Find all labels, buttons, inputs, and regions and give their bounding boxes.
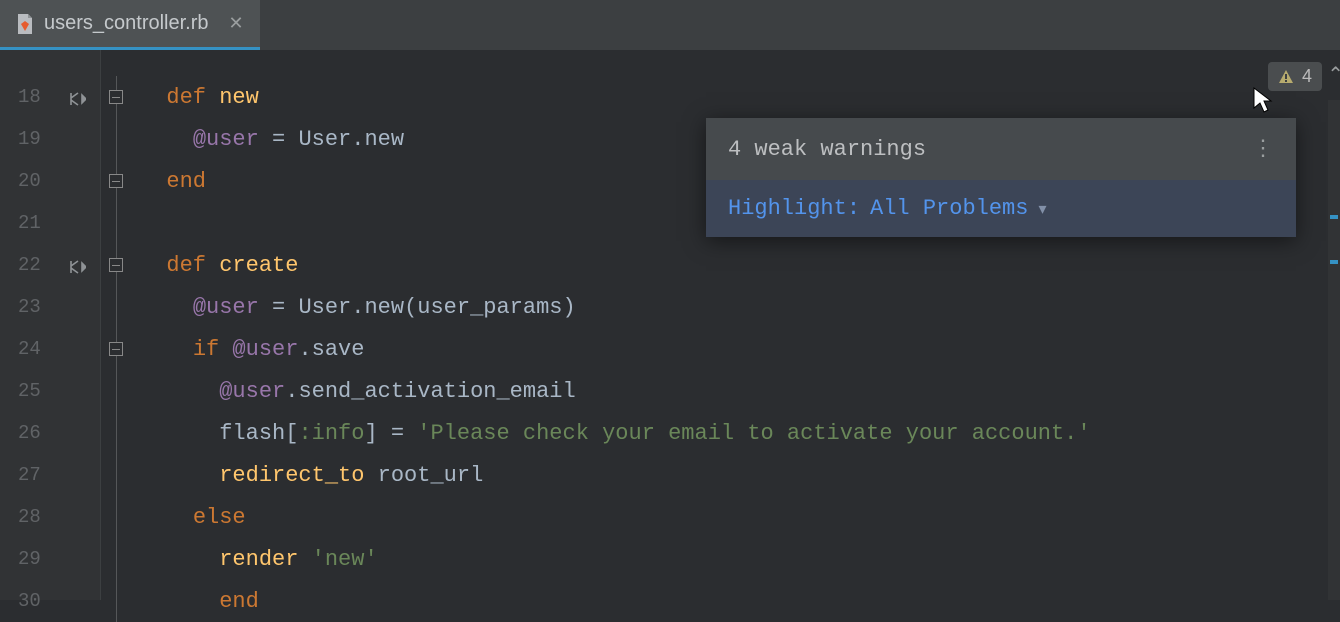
error-stripe [1328,100,1340,600]
code-line: end [130,580,1340,622]
inspections-popup: 4 weak warnings ⋮ Highlight: All Problem… [706,118,1296,237]
gutter-line-19[interactable]: 19 [0,118,100,160]
code-line: flash[:info] = 'Please check your email … [130,412,1340,454]
code-line: else [130,496,1340,538]
gutter-line-28[interactable]: 28 [0,496,100,538]
chevron-down-icon: ▾ [1038,199,1046,219]
gutter-line-30[interactable]: 30 [0,580,100,622]
code-line: def new [130,76,1340,118]
gutter-line-27[interactable]: 27 [0,454,100,496]
warning-icon [1278,69,1294,85]
popup-header: 4 weak warnings ⋮ [706,118,1296,180]
stripe-mark-info[interactable] [1330,260,1338,264]
fold-marker[interactable] [109,90,123,104]
gutter-line-21[interactable]: 21 [0,202,100,244]
highlight-row[interactable]: Highlight: All Problems ▾ [706,180,1296,237]
popup-title: 4 weak warnings [728,137,926,162]
code-line: @user = User.new(user_params) [130,286,1340,328]
code-line: render 'new' [130,538,1340,580]
ruby-file-icon [16,14,34,34]
code-line: def create [130,244,1340,286]
code-line: @user.send_activation_email [130,370,1340,412]
gutter-line-29[interactable]: 29 [0,538,100,580]
code-line: if @user.save [130,328,1340,370]
fold-marker[interactable] [109,174,123,188]
fold-marker[interactable] [109,342,123,356]
highlight-value: All Problems [870,196,1028,221]
close-icon[interactable]: ✕ [229,13,244,35]
stripe-mark-info[interactable] [1330,215,1338,219]
gutter-line-23[interactable]: 23 [0,286,100,328]
highlight-label: Highlight: [728,196,860,221]
fold-gutter [100,50,130,600]
mouse-cursor-icon [1252,86,1274,119]
inspection-count: 4 [1302,66,1312,87]
gutter-line-18[interactable]: 18 [0,76,100,118]
inspection-nav: ⌃ [1327,62,1340,88]
file-tab-label: users_controller.rb [44,12,209,35]
fold-marker[interactable] [109,258,123,272]
code-line: redirect_to root_url [130,454,1340,496]
file-tab[interactable]: users_controller.rb ✕ [0,0,260,50]
implement-method-icon[interactable] [70,90,86,104]
tab-bar: users_controller.rb ✕ [0,0,1340,50]
gutter-line-20[interactable]: 20 [0,160,100,202]
gutter-line-22[interactable]: 22 [0,244,100,286]
chevron-up-icon[interactable]: ⌃ [1327,62,1340,88]
inspection-widget[interactable]: 4 [1268,62,1322,91]
gutter-line-24[interactable]: 24 [0,328,100,370]
gutter-line-25[interactable]: 25 [0,370,100,412]
gutter: 18 19 20 21 22 23 24 25 26 27 28 29 30 [0,50,100,600]
more-vert-icon[interactable]: ⋮ [1252,136,1274,162]
gutter-line-26[interactable]: 26 [0,412,100,454]
implement-method-icon[interactable] [70,258,86,272]
